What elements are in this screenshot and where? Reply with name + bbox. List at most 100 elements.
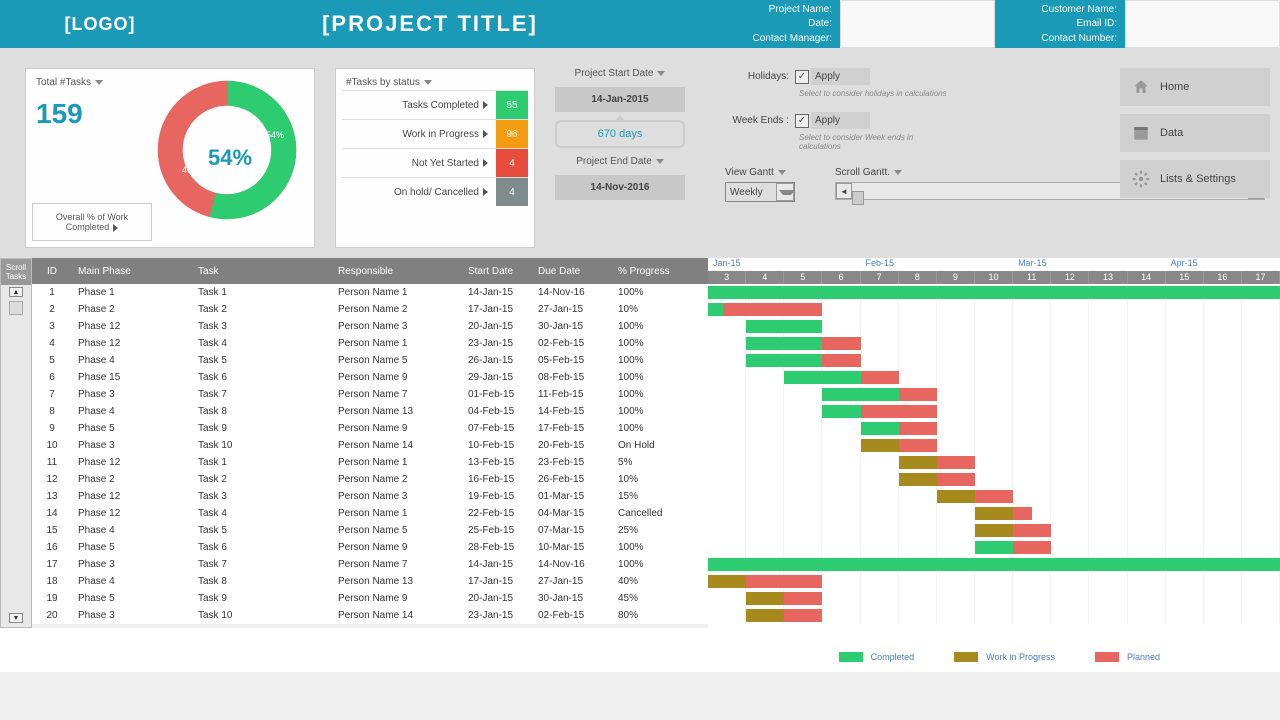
gantt-bar[interactable]: [899, 422, 937, 435]
gantt-bar[interactable]: [861, 422, 899, 435]
nav-data-button[interactable]: Data: [1120, 114, 1270, 152]
table-row[interactable]: 2Phase 2Task 2 Person Name 217-Jan-1527-…: [32, 301, 708, 318]
gantt-bar[interactable]: [822, 354, 860, 367]
table-row[interactable]: 4Phase 12Task 4 Person Name 123-Jan-1502…: [32, 335, 708, 352]
gantt-bar[interactable]: [899, 439, 937, 452]
donut-center-value: 54%: [208, 145, 252, 171]
gantt-bar[interactable]: [822, 388, 898, 401]
view-gantt-label[interactable]: View Gantt: [725, 167, 795, 178]
gantt-bar[interactable]: [975, 490, 1013, 503]
view-mode-select[interactable]: Weekly: [725, 182, 795, 202]
table-row[interactable]: 3Phase 12Task 3 Person Name 320-Jan-1530…: [32, 318, 708, 335]
scroll-thumb[interactable]: [852, 191, 864, 205]
table-row[interactable]: 13Phase 12Task 3 Person Name 319-Feb-150…: [32, 488, 708, 505]
nav-home-button[interactable]: Home: [1120, 68, 1270, 106]
holidays-checkbox[interactable]: ✓: [795, 70, 809, 84]
gantt-bar[interactable]: [708, 286, 1280, 299]
table-row[interactable]: 6Phase 15Task 6 Person Name 929-Jan-1508…: [32, 369, 708, 386]
donut-left-label: 46%: [182, 165, 200, 175]
status-row[interactable]: Not Yet Started 4: [342, 148, 528, 177]
gantt-bar[interactable]: [708, 303, 723, 316]
table-row[interactable]: 18Phase 4Task 8 Person Name 1317-Jan-152…: [32, 573, 708, 590]
col-task[interactable]: Task: [192, 258, 332, 284]
gantt-bar[interactable]: [861, 371, 899, 384]
gantt-bar[interactable]: [861, 405, 937, 418]
nav-panel: Home Data Lists & Settings: [1120, 68, 1270, 248]
project-info-labels: Project Name: Date: Contact Manager:: [710, 0, 840, 48]
gantt-bar[interactable]: [1013, 541, 1051, 554]
gantt-bar[interactable]: [975, 541, 1013, 554]
scroll-thumb[interactable]: [9, 301, 23, 315]
gantt-bar[interactable]: [899, 388, 937, 401]
table-row[interactable]: 17Phase 3Task 7 Person Name 714-Jan-1514…: [32, 556, 708, 573]
table-row[interactable]: 10Phase 3Task 10 Person Name 1410-Feb-15…: [32, 437, 708, 454]
col-ddate[interactable]: Due Date: [532, 258, 612, 284]
scroll-left-button[interactable]: ◄: [836, 183, 852, 199]
gantt-bar[interactable]: [975, 507, 1013, 520]
legend-wip: Work in Progress: [954, 652, 1055, 662]
table-row[interactable]: 5Phase 4Task 5 Person Name 526-Jan-1505-…: [32, 352, 708, 369]
holidays-apply[interactable]: Apply: [811, 68, 870, 85]
gantt-bar[interactable]: [975, 524, 1013, 537]
status-row[interactable]: Work in Progress 96: [342, 119, 528, 148]
table-row[interactable]: 8Phase 4Task 8 Person Name 1304-Feb-1514…: [32, 403, 708, 420]
nav-lists-button[interactable]: Lists & Settings: [1120, 160, 1270, 198]
gantt-bar[interactable]: [746, 592, 784, 605]
gantt-bar[interactable]: [899, 456, 937, 469]
total-tasks-card: Total #Tasks 159 Overall % of Work Compl…: [25, 68, 315, 248]
col-sdate[interactable]: Start Date: [462, 258, 532, 284]
overall-percent-label[interactable]: Overall % of Work Completed: [32, 203, 152, 241]
gantt-bar[interactable]: [708, 575, 746, 588]
table-row[interactable]: 1Phase 1Task 1 Person Name 114-Jan-1514-…: [32, 284, 708, 301]
gantt-bar[interactable]: [708, 558, 1280, 571]
gantt-row: [708, 488, 1280, 505]
table-row[interactable]: 12Phase 2Task 2 Person Name 216-Feb-1526…: [32, 471, 708, 488]
table-row[interactable]: 19Phase 5Task 9 Person Name 920-Jan-1530…: [32, 590, 708, 607]
table-row[interactable]: 9Phase 5Task 9 Person Name 907-Feb-1517-…: [32, 420, 708, 437]
gantt-day-label: 9: [937, 271, 975, 284]
weekends-apply[interactable]: Apply: [811, 112, 870, 129]
chevron-down-icon: [424, 80, 432, 85]
weekends-checkbox[interactable]: ✓: [795, 114, 809, 128]
gantt-row: [708, 301, 1280, 318]
total-tasks-label[interactable]: Total #Tasks: [32, 75, 152, 90]
gantt-bar[interactable]: [937, 456, 975, 469]
gantt-bar[interactable]: [1013, 524, 1051, 537]
gantt-bar[interactable]: [784, 609, 822, 622]
status-row[interactable]: On hold/ Cancelled 4: [342, 177, 528, 206]
gantt-bar[interactable]: [746, 354, 822, 367]
table-row[interactable]: 16Phase 5Task 6 Person Name 928-Feb-1510…: [32, 539, 708, 556]
project-info-values[interactable]: [840, 0, 995, 48]
table-row[interactable]: 11Phase 12Task 1 Person Name 113-Feb-152…: [32, 454, 708, 471]
gantt-bar[interactable]: [822, 405, 860, 418]
gantt-bar[interactable]: [822, 337, 860, 350]
start-date-label[interactable]: Project Start Date: [555, 68, 685, 79]
end-date-label[interactable]: Project End Date: [555, 156, 685, 167]
table-row[interactable]: 7Phase 3Task 7 Person Name 701-Feb-1511-…: [32, 386, 708, 403]
col-id[interactable]: ID: [32, 258, 72, 284]
status-title[interactable]: #Tasks by status: [342, 75, 528, 90]
gantt-bar[interactable]: [746, 609, 784, 622]
col-phase[interactable]: Main Phase: [72, 258, 192, 284]
scroll-up-button[interactable]: ▲: [9, 287, 23, 297]
gantt-bar[interactable]: [746, 575, 822, 588]
gantt-bar[interactable]: [1013, 507, 1032, 520]
table-row[interactable]: 15Phase 4Task 5 Person Name 525-Feb-1507…: [32, 522, 708, 539]
gantt-bar[interactable]: [937, 473, 975, 486]
gantt-bar[interactable]: [746, 337, 822, 350]
gantt-bar[interactable]: [746, 320, 822, 333]
logo: [LOGO]: [0, 14, 200, 35]
scroll-down-button[interactable]: ▼: [9, 613, 23, 623]
gantt-bar[interactable]: [784, 592, 822, 605]
gantt-bar[interactable]: [937, 490, 975, 503]
gantt-bar[interactable]: [861, 439, 899, 452]
gantt-bar[interactable]: [899, 473, 937, 486]
col-resp[interactable]: Responsible: [332, 258, 462, 284]
table-row[interactable]: 20Phase 3Task 10 Person Name 1423-Jan-15…: [32, 607, 708, 624]
gantt-bar[interactable]: [784, 371, 860, 384]
status-row[interactable]: Tasks Completed 55: [342, 90, 528, 119]
col-prog[interactable]: % Progress: [612, 258, 692, 284]
table-row[interactable]: 14Phase 12Task 4 Person Name 122-Feb-150…: [32, 505, 708, 522]
gantt-bar[interactable]: [723, 303, 822, 316]
customer-info-values[interactable]: [1125, 0, 1280, 48]
